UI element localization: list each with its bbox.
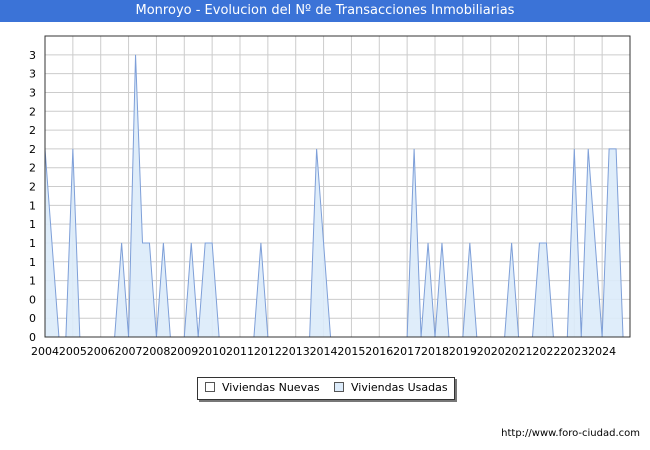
x-tick-label: 2009: [170, 345, 198, 358]
x-tick-label: 2007: [115, 345, 143, 358]
legend-item-nuevas: Viviendas Nuevas: [205, 381, 320, 395]
y-tick-label: 1: [29, 237, 36, 250]
legend-swatch-usadas: [334, 382, 344, 392]
y-tick-label: 2: [29, 143, 36, 156]
y-tick-label: 2: [29, 162, 36, 175]
y-tick-label: 1: [29, 256, 36, 269]
x-tick-label: 2011: [226, 345, 254, 358]
x-tick-label: 2021: [505, 345, 533, 358]
legend-item-usadas: Viviendas Usadas: [334, 381, 448, 395]
site-credit: http://www.foro-ciudad.com: [501, 428, 640, 439]
y-tick-label: 0: [29, 293, 36, 306]
y-tick-label: 1: [29, 218, 36, 231]
x-tick-label: 2020: [477, 345, 505, 358]
x-tick-label: 2008: [142, 345, 170, 358]
y-tick-label: 3: [29, 49, 36, 62]
title-bar: Monroyo - Evolucion del Nº de Transaccio…: [0, 0, 650, 22]
y-tick-label: 2: [29, 124, 36, 137]
legend: Viviendas Nuevas Viviendas Usadas: [197, 377, 455, 400]
x-tick-label: 2004: [31, 345, 59, 358]
y-tick-label: 1: [29, 275, 36, 288]
legend-swatch-nuevas: [205, 382, 215, 392]
x-tick-label: 2016: [365, 345, 393, 358]
y-tick-label: 3: [29, 68, 36, 81]
x-tick-label: 2015: [337, 345, 365, 358]
x-tick-label: 2006: [87, 345, 115, 358]
y-tick-label: 2: [29, 181, 36, 194]
x-tick-label: 2013: [282, 345, 310, 358]
legend-label-usadas: Viviendas Usadas: [351, 381, 448, 394]
x-tick-label: 2024: [588, 345, 616, 358]
x-tick-label: 2010: [198, 345, 226, 358]
y-tick-label: 3: [29, 86, 36, 99]
x-tick-label: 2005: [59, 345, 87, 358]
y-tick-label: 1: [29, 199, 36, 212]
legend-label-nuevas: Viviendas Nuevas: [222, 381, 320, 394]
x-tick-label: 2017: [393, 345, 421, 358]
y-tick-label: 0: [29, 312, 36, 325]
y-tick-label: 0: [29, 331, 36, 344]
x-tick-label: 2019: [449, 345, 477, 358]
y-tick-label: 2: [29, 105, 36, 118]
x-tick-label: 2014: [310, 345, 338, 358]
x-tick-label: 2023: [560, 345, 588, 358]
x-tick-label: 2018: [421, 345, 449, 358]
x-tick-label: 2012: [254, 345, 282, 358]
chart-title: Monroyo - Evolucion del Nº de Transaccio…: [135, 3, 515, 18]
x-tick-label: 2022: [532, 345, 560, 358]
